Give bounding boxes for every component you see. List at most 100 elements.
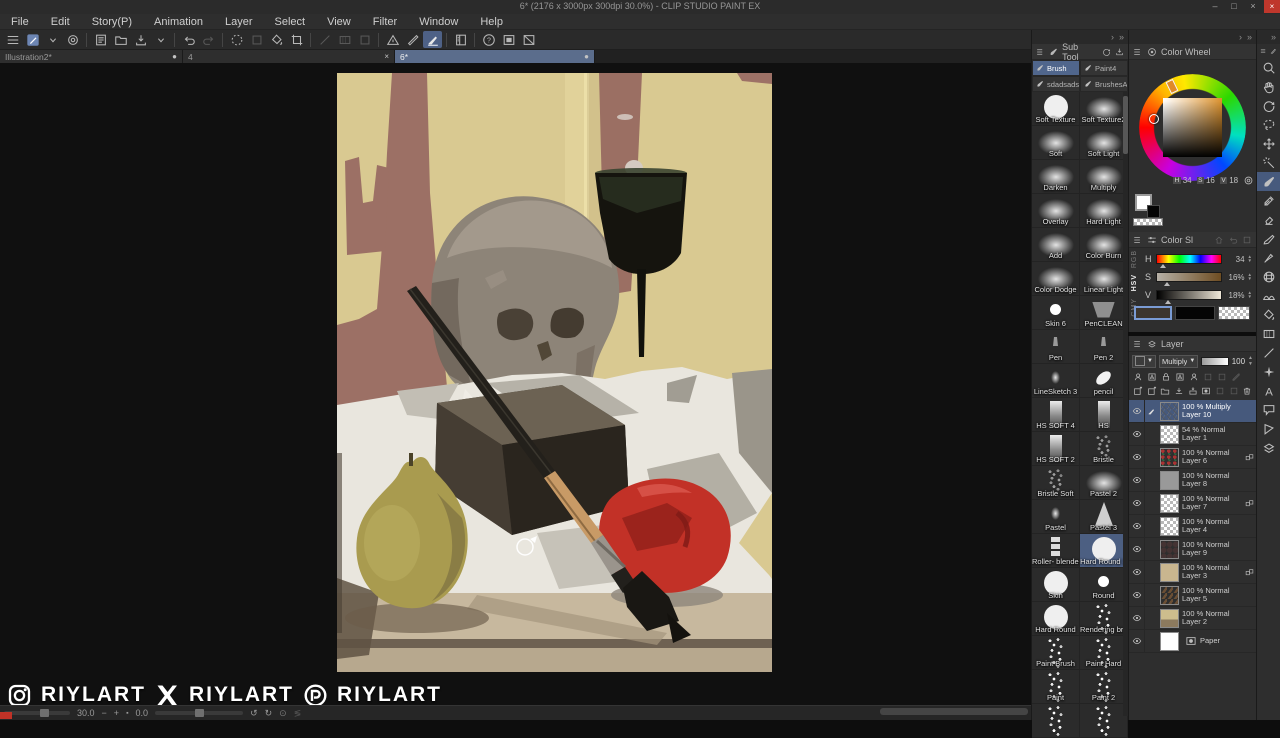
app-close-button[interactable]: × — [1264, 0, 1280, 13]
liquify-tool[interactable] — [1257, 267, 1280, 286]
ruler-pen-button[interactable] — [403, 31, 422, 48]
reset-subtool-icon[interactable] — [1102, 47, 1111, 57]
layer-action-lock[interactable] — [1160, 371, 1172, 383]
brush-item-paint-2[interactable]: Paint 2 — [1080, 670, 1128, 704]
layer-visibility-toggle[interactable] — [1129, 590, 1144, 600]
tab-modified-dot[interactable]: ● — [172, 52, 177, 61]
layer-thumbnail[interactable] — [1160, 562, 1179, 582]
import-subtool-icon[interactable] — [1115, 47, 1124, 57]
layer-row-layer-9[interactable]: 100 % Normal Layer 9 — [1129, 538, 1256, 561]
frame-border-tool[interactable] — [1257, 419, 1280, 438]
slider-marker[interactable] — [1164, 282, 1171, 286]
fit-screen-button[interactable]: ▪ — [126, 710, 128, 717]
flip-button[interactable]: ≶ — [294, 708, 302, 719]
slider-marker[interactable] — [1165, 300, 1172, 304]
menu-animation[interactable]: Animation — [143, 14, 214, 30]
layer-row-layer-3[interactable]: 100 % Normal Layer 3 — [1129, 561, 1256, 584]
menu-button[interactable] — [3, 31, 22, 48]
layer-action-transfer[interactable] — [1173, 385, 1185, 397]
brush-item[interactable] — [1080, 704, 1128, 738]
subtool-panel-header[interactable]: Sub Tool — [1032, 42, 1128, 62]
brush-item-color-dodge[interactable]: Color Dodge — [1032, 262, 1080, 296]
open-file-button[interactable] — [111, 31, 130, 48]
brush-item-pen-2[interactable]: Pen 2 — [1080, 330, 1128, 364]
layer-name[interactable]: Layer 1 — [1182, 433, 1225, 443]
color-mode-tab-rgb[interactable]: RGB — [1131, 250, 1142, 268]
subtool-tab-paint4[interactable]: Paint4 — [1080, 60, 1128, 76]
brush-item-darken[interactable]: Darken — [1032, 160, 1080, 194]
tool-active-button[interactable] — [23, 31, 42, 48]
color-wheel-header[interactable]: Color Wheel — [1129, 44, 1256, 60]
layer-action-newlayer[interactable] — [1132, 385, 1144, 397]
background-color-swatch[interactable] — [1147, 205, 1160, 218]
layer-thumbnail[interactable] — [1160, 539, 1179, 559]
hue-ring[interactable] — [1139, 74, 1246, 181]
rotate-cw-button[interactable]: ↻ — [265, 708, 273, 719]
layer-action-alpha[interactable] — [1146, 371, 1158, 383]
slider-stepper[interactable]: ▲ ▼ — [1248, 272, 1252, 281]
expand-arrow[interactable]: » — [1119, 32, 1124, 42]
fill-tool[interactable] — [1257, 305, 1280, 324]
subtool-tab-brushesa[interactable]: BrushesA — [1080, 76, 1128, 92]
layer-name[interactable]: Layer 8 — [1182, 479, 1230, 489]
brush-item-hs[interactable]: HS — [1080, 398, 1128, 432]
brush-item-linear-light[interactable]: Linear Light — [1080, 262, 1128, 296]
pen-tool[interactable] — [1257, 248, 1280, 267]
expand-arrow[interactable]: » — [1247, 32, 1252, 42]
layer-visibility-toggle[interactable] — [1129, 452, 1144, 462]
brush-item[interactable] — [1032, 704, 1080, 738]
brush-item-penclean[interactable]: PenCLEAN — [1080, 296, 1128, 330]
transparent-color-swatch[interactable] — [1133, 218, 1163, 226]
save-button[interactable] — [131, 31, 150, 48]
sub-color-swatch[interactable] — [1175, 306, 1215, 320]
brush-item-bristle-soft[interactable]: Bristle Soft — [1032, 466, 1080, 500]
brush-item-soft[interactable]: Soft — [1032, 126, 1080, 160]
zoom-tool[interactable] — [1257, 58, 1280, 77]
brush-item-paint-brush[interactable]: Paint Brush — [1032, 636, 1080, 670]
s-slider[interactable] — [1156, 272, 1222, 286]
layer-visibility-toggle[interactable] — [1129, 429, 1144, 439]
layer-visibility-toggle[interactable] — [1129, 475, 1144, 485]
zoom-in-button[interactable]: + — [114, 708, 119, 718]
subtool-tab-sdadsadsa[interactable]: sdadsadsa — [1032, 76, 1080, 92]
document-tab[interactable]: Illustration2* ● — [0, 50, 183, 63]
brush-item-add[interactable]: Add — [1032, 228, 1080, 262]
mixing-palette-tab-icon[interactable] — [1242, 235, 1252, 245]
layer-row-layer-7[interactable]: 100 % Normal Layer 7 — [1129, 492, 1256, 515]
layer-row-layer-6[interactable]: 100 % Normal Layer 6 — [1129, 446, 1256, 469]
menu-help[interactable]: Help — [469, 14, 514, 30]
operation-tool[interactable] — [1257, 153, 1280, 172]
layer-select-tool[interactable] — [1257, 438, 1280, 457]
layer-row-layer-4[interactable]: 100 % Normal Layer 4 — [1129, 515, 1256, 538]
layer-thumbnail[interactable] — [1160, 470, 1179, 490]
brush-item-linesketch-3[interactable]: LineSketch 3 — [1032, 364, 1080, 398]
layer-thumbnail[interactable] — [1160, 631, 1179, 651]
layer-thumbnail[interactable] — [1160, 585, 1179, 605]
ring-button[interactable] — [63, 31, 82, 48]
crop-button[interactable] — [287, 31, 306, 48]
brush-tool[interactable] — [1257, 172, 1280, 191]
panel-menu-icon[interactable] — [1133, 235, 1143, 245]
line-button[interactable] — [315, 31, 334, 48]
toolbar-menu-icon[interactable] — [1260, 46, 1267, 56]
v-slider[interactable] — [1156, 290, 1222, 304]
layer-action-newfolder[interactable] — [1159, 385, 1171, 397]
brush-item-paint[interactable]: Paint — [1032, 670, 1080, 704]
layer-action-merge[interactable] — [1187, 385, 1199, 397]
spinner-button[interactable] — [227, 31, 246, 48]
brush-item-hard-round[interactable]: Hard Round — [1032, 602, 1080, 636]
current-color-swatch[interactable] — [1134, 306, 1172, 320]
rotate-ccw-button[interactable]: ↺ — [250, 708, 258, 719]
brush-item-hard-light[interactable]: Hard Light — [1080, 194, 1128, 228]
square-button[interactable] — [355, 31, 374, 48]
panel-button[interactable] — [451, 31, 470, 48]
layer-row-layer-8[interactable]: 100 % Normal Layer 8 — [1129, 469, 1256, 492]
layer-name[interactable]: Layer 7 — [1182, 502, 1230, 512]
airbrush-tool[interactable] — [1257, 229, 1280, 248]
menu-filter[interactable]: Filter — [362, 14, 408, 30]
layer-action-rulerx[interactable] — [1230, 371, 1242, 383]
layer-thumbnail[interactable] — [1160, 401, 1179, 421]
brush-item-pen[interactable]: Pen — [1032, 330, 1080, 364]
document-tab[interactable]: 6* ● — [395, 50, 595, 63]
help-button[interactable]: ? — [479, 31, 498, 48]
